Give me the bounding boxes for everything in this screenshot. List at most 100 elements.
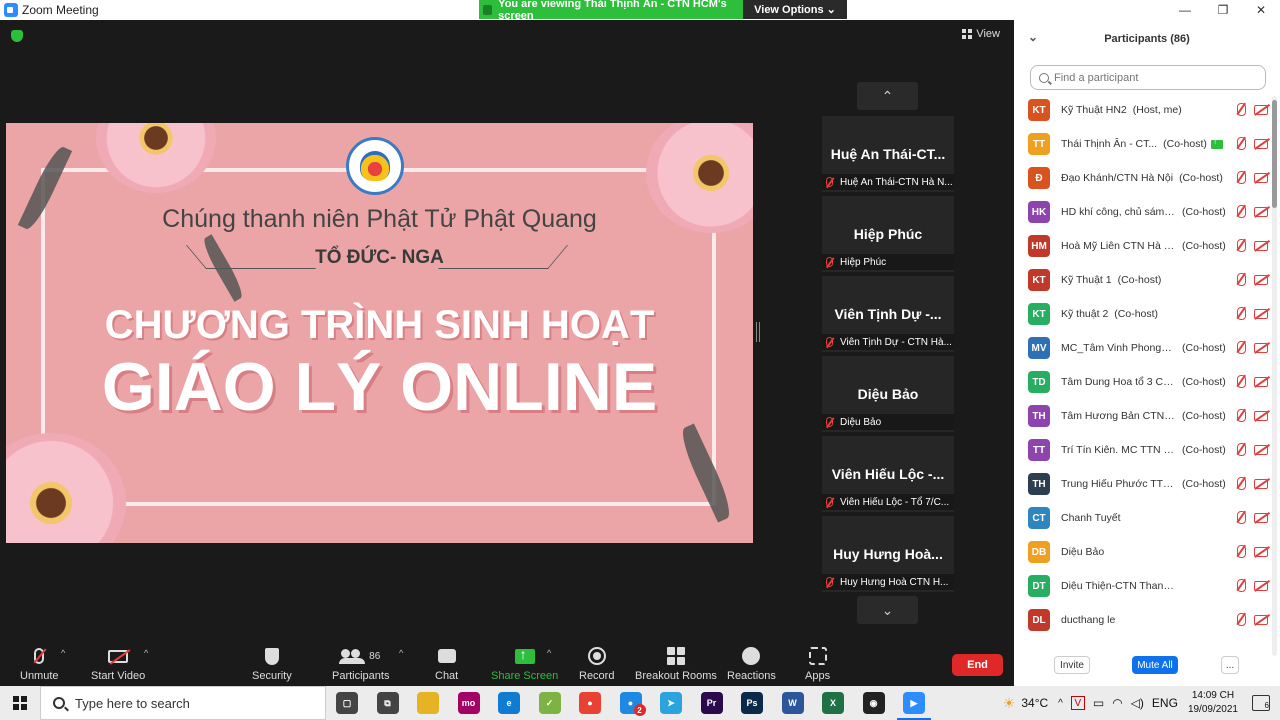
participant-row[interactable]: HK HD khí công, chủ sám t... (Co-host) bbox=[1028, 195, 1272, 229]
participants-button[interactable]: 86 Participants bbox=[332, 646, 389, 682]
encryption-shield-icon[interactable] bbox=[11, 30, 23, 42]
wifi-icon[interactable]: ◠ bbox=[1112, 696, 1122, 710]
participant-row[interactable]: HM Hoà Mỹ Liên CTN Hà Nội (Co-host) bbox=[1028, 229, 1272, 263]
word-icon[interactable]: W bbox=[781, 692, 804, 714]
vpn-icon[interactable]: V bbox=[1070, 696, 1085, 710]
tile-label-text: Diệu Bảo bbox=[840, 416, 882, 428]
photoshop-icon[interactable]: Ps bbox=[741, 692, 763, 714]
avatar: MV bbox=[1028, 337, 1050, 359]
tiles-up-button[interactable]: ⌃ bbox=[857, 82, 918, 110]
taskbar-search[interactable]: Type here to search bbox=[40, 686, 326, 720]
zoom-logo-icon bbox=[4, 3, 18, 17]
participants-count: 86 bbox=[369, 650, 381, 662]
start-video-button[interactable]: Start Video bbox=[91, 646, 145, 682]
breakout-rooms-button[interactable]: Breakout Rooms bbox=[635, 646, 717, 682]
widgets-icon[interactable]: ⧉ bbox=[376, 692, 399, 714]
more-options-button[interactable]: ... bbox=[1221, 656, 1239, 674]
minimize-button[interactable]: — bbox=[1166, 0, 1204, 20]
telegram-icon[interactable]: ➤ bbox=[660, 692, 682, 714]
momo-icon[interactable]: mo bbox=[457, 692, 480, 714]
participant-row[interactable]: TT Trí Tín Kiên. MC TTN Đ... (Co-host) bbox=[1028, 433, 1272, 467]
file-explorer-icon[interactable] bbox=[417, 692, 439, 714]
greenshot-icon[interactable]: ✓ bbox=[538, 692, 561, 714]
participant-row[interactable]: TT Thái Thịnh Ân - CT... (Co-host) bbox=[1028, 127, 1272, 161]
participant-role: (Co-host) bbox=[1182, 376, 1226, 388]
security-button[interactable]: Security bbox=[252, 646, 292, 682]
share-options-caret[interactable]: ^ bbox=[547, 648, 551, 658]
participant-name: ducthang le bbox=[1061, 614, 1116, 626]
zoom-icon[interactable]: ▶ bbox=[897, 692, 931, 720]
notification-count: 6 bbox=[1264, 701, 1269, 710]
mic-muted-icon bbox=[1237, 171, 1246, 184]
reactions-label: Reactions bbox=[727, 670, 776, 682]
excel-icon[interactable]: X bbox=[822, 692, 844, 714]
task-view-icon[interactable]: ▢ bbox=[336, 692, 358, 714]
video-tile[interactable]: Diệu Bảo Diệu Bảo bbox=[822, 356, 954, 432]
premiere-icon[interactable]: Pr bbox=[700, 692, 723, 714]
participant-row[interactable]: CT Chanh Tuyết bbox=[1028, 501, 1272, 535]
video-off-icon bbox=[1254, 377, 1268, 387]
language-indicator[interactable]: ENG bbox=[1152, 696, 1178, 710]
participant-name: Tâm Hương Bản CTN T... bbox=[1061, 410, 1176, 422]
participant-row[interactable]: Đ Đạo Khánh/CTN Hà Nội (Co-host) bbox=[1028, 161, 1272, 195]
video-tile[interactable]: Viên Tịnh Dự -... Viên Tịnh Dự - CTN Hà..… bbox=[822, 276, 954, 352]
collapse-panel-icon[interactable]: ⌄ bbox=[1028, 30, 1038, 44]
view-button[interactable]: View bbox=[962, 28, 1000, 40]
obs-icon[interactable]: ◉ bbox=[862, 692, 885, 714]
battery-icon[interactable]: ▭ bbox=[1093, 696, 1104, 710]
split-resize-handle[interactable] bbox=[756, 322, 760, 342]
notification-center-icon[interactable]: 6 bbox=[1252, 695, 1270, 711]
video-tile[interactable]: Hiệp Phúc Hiệp Phúc bbox=[822, 196, 954, 272]
apps-button[interactable]: Apps bbox=[805, 646, 830, 682]
video-tile[interactable]: Huy Hưng Hoà... Huy Hưng Hoà CTN H... bbox=[822, 516, 954, 592]
participant-row[interactable]: DB Diệu Bảo bbox=[1028, 535, 1272, 569]
mute-all-button[interactable]: Mute All bbox=[1132, 656, 1178, 674]
unmute-button[interactable]: Unmute bbox=[20, 646, 59, 682]
video-options-caret[interactable]: ^ bbox=[144, 648, 148, 658]
edge-icon[interactable]: e bbox=[498, 692, 520, 714]
participant-search-input[interactable] bbox=[1054, 71, 1244, 84]
tiles-down-button[interactable]: ⌄ bbox=[857, 596, 918, 624]
reactions-button[interactable]: Reactions bbox=[727, 646, 776, 682]
restore-button[interactable]: ❐ bbox=[1204, 0, 1242, 20]
participant-row[interactable]: TD Tâm Dung Hoa tổ 3 CT... (Co-host) bbox=[1028, 365, 1272, 399]
chrome-profile-icon[interactable]: ● 2 bbox=[619, 692, 646, 716]
participant-row[interactable]: DT Diệu Thiện-CTN Thanh Hoá bbox=[1028, 569, 1272, 603]
weather-temp[interactable]: 34°C bbox=[1021, 696, 1048, 710]
participant-row[interactable]: DL ducthang le bbox=[1028, 603, 1272, 637]
participant-row[interactable]: KT Kỹ Thuật HN2 (Host, me) bbox=[1028, 93, 1272, 127]
volume-icon[interactable]: ◁) bbox=[1131, 696, 1144, 710]
participant-search[interactable] bbox=[1030, 65, 1266, 90]
tile-display-name: Diệu Bảo bbox=[857, 386, 919, 402]
start-button[interactable] bbox=[0, 686, 40, 720]
participant-row[interactable]: MV MC_Tâm Vinh Phong_T... (Co-host) bbox=[1028, 331, 1272, 365]
video-tile[interactable]: Huệ An Thái-CT... Huệ An Thái-CTN Hà N... bbox=[822, 116, 954, 192]
tile-name-label: Huệ An Thái-CTN Hà N... bbox=[822, 174, 954, 190]
invite-button[interactable]: Invite bbox=[1054, 656, 1090, 674]
chat-button[interactable]: Chat bbox=[435, 646, 458, 682]
participant-list-scrollbar[interactable] bbox=[1272, 96, 1277, 656]
chrome-icon[interactable]: ● bbox=[579, 692, 601, 714]
clock[interactable]: 14:09 CH 19/09/2021 bbox=[1188, 689, 1238, 717]
view-options-button[interactable]: View Options ⌄ bbox=[743, 0, 847, 19]
close-button[interactable]: ✕ bbox=[1242, 0, 1280, 20]
participants-options-caret[interactable]: ^ bbox=[399, 648, 403, 658]
participant-row[interactable]: KT Kỹ thuật 2 (Co-host) bbox=[1028, 297, 1272, 331]
share-screen-label: Share Screen bbox=[491, 670, 559, 682]
participant-row[interactable]: KT Kỹ Thuật 1 (Co-host) bbox=[1028, 263, 1272, 297]
viewing-banner: You are viewing Thái Thịnh Ân - CTN HCM'… bbox=[479, 0, 743, 22]
audio-options-caret[interactable]: ^ bbox=[61, 648, 65, 658]
security-label: Security bbox=[252, 670, 292, 682]
record-button[interactable]: Record bbox=[579, 646, 614, 682]
video-off-icon bbox=[1254, 241, 1268, 251]
chevron-up-icon[interactable]: ^ bbox=[1058, 698, 1063, 709]
participant-row[interactable]: TH Trung Hiếu Phước TTN... (Co-host) bbox=[1028, 467, 1272, 501]
scrollbar-thumb[interactable] bbox=[1272, 100, 1277, 208]
avatar: DT bbox=[1028, 575, 1050, 597]
video-tile[interactable]: Viên Hiếu Lộc -... Viên Hiếu Lộc - Tổ 7/C… bbox=[822, 436, 954, 512]
participant-row[interactable]: TH Tâm Hương Bản CTN T... (Co-host) bbox=[1028, 399, 1272, 433]
mic-muted-icon bbox=[1237, 205, 1246, 218]
windows-logo-icon bbox=[13, 696, 27, 710]
end-meeting-button[interactable]: End bbox=[952, 654, 1003, 676]
system-tray: ☀ 34°C ^ V ▭ ◠ ◁) ENG 14:09 CH 19/09/202… bbox=[1003, 686, 1280, 720]
